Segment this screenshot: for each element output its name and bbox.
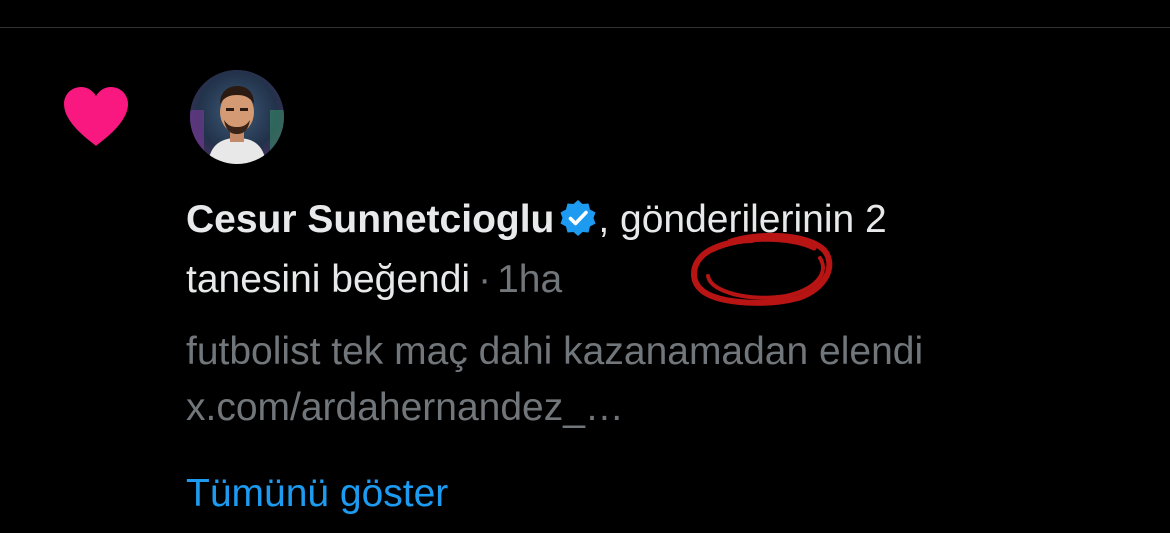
action-text: , gönderilerinin 2 — [598, 198, 887, 241]
author-name[interactable]: Cesur Sunnetcioglu — [186, 198, 554, 241]
action-text-continued: tanesini beğendi — [186, 258, 471, 301]
heart-icon — [62, 86, 130, 148]
notification-content: Cesur Sunnetcioglu , gönderilerinin 2 ta… — [186, 190, 1086, 522]
notification-line-1: Cesur Sunnetcioglu , gönderilerinin 2 — [186, 190, 1086, 250]
separator-dot: · — [478, 258, 492, 301]
avatar[interactable] — [190, 70, 284, 164]
snippet-text: futbolist tek maç dahi kazanamadan elend… — [186, 330, 924, 373]
show-all-link[interactable]: Tümünü göster — [186, 466, 448, 522]
top-divider — [0, 27, 1170, 28]
liked-post-snippet[interactable]: futbolist tek maç dahi kazanamadan elend… — [186, 324, 1086, 436]
verified-badge-icon — [560, 200, 596, 236]
notification-line-2: tanesini beğendi · 1ha — [186, 250, 1086, 310]
snippet-link: x.com/ardahernandez_… — [186, 386, 624, 429]
timestamp: 1ha — [497, 258, 563, 301]
